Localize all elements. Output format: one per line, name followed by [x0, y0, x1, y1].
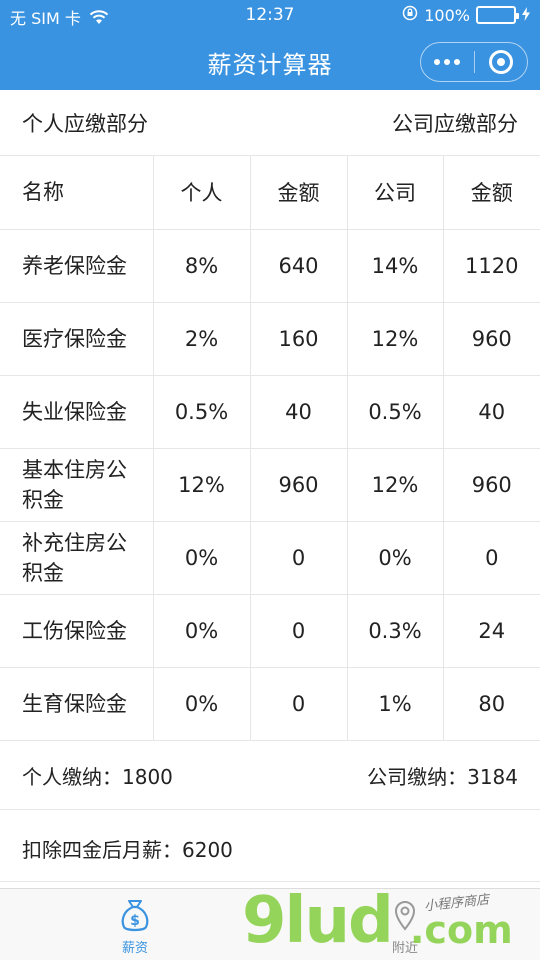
- net-salary: 扣除四金后月薪：6200: [22, 838, 233, 862]
- table-row: 生育保险金 0% 0 1% 80: [0, 667, 540, 741]
- item-name: 医疗保险金: [0, 302, 154, 376]
- tab-bar: $ 薪资 附近: [0, 888, 540, 960]
- orientation-lock-icon: [402, 5, 418, 25]
- nav-bar: 薪资计算器: [0, 32, 540, 90]
- personal-rate: 12%: [153, 448, 251, 522]
- svg-text:$: $: [130, 913, 140, 929]
- table-row: 医疗保险金 2% 160 12% 960: [0, 302, 540, 376]
- personal-amount: 0: [250, 594, 348, 668]
- company-amount: 960: [443, 448, 540, 522]
- company-rate: 1%: [347, 667, 444, 741]
- tab-salary-label: 薪资: [121, 941, 148, 956]
- net-salary-row: 扣除四金后月薪：6200: [0, 810, 540, 882]
- table-row: 补充住房公积金 0% 0 0% 0: [0, 521, 540, 595]
- item-name: 养老保险金: [0, 229, 154, 303]
- personal-total: 个人缴纳：1800: [22, 765, 173, 789]
- tab-nearby[interactable]: 附近: [355, 895, 455, 956]
- company-rate: 12%: [347, 448, 444, 522]
- company-rate: 12%: [347, 302, 444, 376]
- totals-row: 个人缴纳：1800 公司缴纳：3184: [0, 738, 540, 810]
- company-amount: 40: [443, 375, 540, 449]
- more-dots-icon: [434, 59, 461, 65]
- personal-rate: 0%: [153, 667, 251, 741]
- battery-percent: 100%: [424, 5, 470, 25]
- header-name: 名称: [0, 156, 154, 230]
- money-bag-icon: $: [115, 895, 155, 935]
- company-total: 公司缴纳：3184: [367, 765, 518, 789]
- company-amount: 24: [443, 594, 540, 668]
- status-bar: 无 SIM 卡 12:37 100%: [0, 0, 540, 32]
- company-rate: 14%: [347, 229, 444, 303]
- item-name: 补充住房公积金: [0, 521, 154, 595]
- section-header: 个人应缴部分 公司应缴部分: [0, 90, 540, 156]
- personal-amount: 0: [250, 667, 348, 741]
- header-amount: 金额: [250, 156, 348, 230]
- company-rate: 0%: [347, 521, 444, 595]
- personal-rate: 0.5%: [153, 375, 251, 449]
- header-personal: 个人: [153, 156, 251, 230]
- personal-amount: 640: [250, 229, 348, 303]
- target-icon: [488, 50, 513, 74]
- item-name: 工伤保险金: [0, 594, 154, 668]
- item-name: 生育保险金: [0, 667, 154, 741]
- charging-icon: [522, 6, 530, 25]
- personal-amount: 0: [250, 521, 348, 595]
- personal-rate: 0%: [153, 521, 251, 595]
- personal-amount: 160: [250, 302, 348, 376]
- item-name: 失业保险金: [0, 375, 154, 449]
- table-row: 养老保险金 8% 640 14% 1120: [0, 229, 540, 303]
- table-row: 基本住房公积金 12% 960 12% 960: [0, 448, 540, 522]
- battery-icon: [476, 6, 519, 24]
- personal-section-label: 个人应缴部分: [22, 112, 148, 136]
- tab-nearby-label: 附近: [391, 941, 418, 956]
- company-amount: 960: [443, 302, 540, 376]
- item-name: 基本住房公积金: [0, 448, 154, 522]
- personal-amount: 960: [250, 448, 348, 522]
- personal-rate: 2%: [153, 302, 251, 376]
- table-row: 失业保险金 0.5% 40 0.5% 40: [0, 375, 540, 449]
- company-amount: 80: [443, 667, 540, 741]
- table-header-row: 名称 个人 金额 公司 金额: [0, 156, 540, 230]
- table-row: 工伤保险金 0% 0 0.3% 24: [0, 594, 540, 668]
- close-miniprogram-button[interactable]: [475, 43, 528, 81]
- header-amount: 金额: [443, 156, 540, 230]
- personal-rate: 0%: [153, 594, 251, 668]
- tab-salary[interactable]: $ 薪资: [85, 895, 185, 956]
- miniprogram-capsule: [420, 42, 528, 82]
- company-section-label: 公司应缴部分: [392, 112, 518, 136]
- company-amount: 1120: [443, 229, 540, 303]
- company-rate: 0.5%: [347, 375, 444, 449]
- contribution-table: 名称 个人 金额 公司 金额 养老保险金 8% 640 14% 1120 医疗保…: [0, 156, 540, 741]
- personal-amount: 40: [250, 375, 348, 449]
- header-company: 公司: [347, 156, 444, 230]
- more-button[interactable]: [421, 43, 474, 81]
- location-pin-icon: [385, 895, 425, 935]
- company-amount: 0: [443, 521, 540, 595]
- personal-rate: 8%: [153, 229, 251, 303]
- company-rate: 0.3%: [347, 594, 444, 668]
